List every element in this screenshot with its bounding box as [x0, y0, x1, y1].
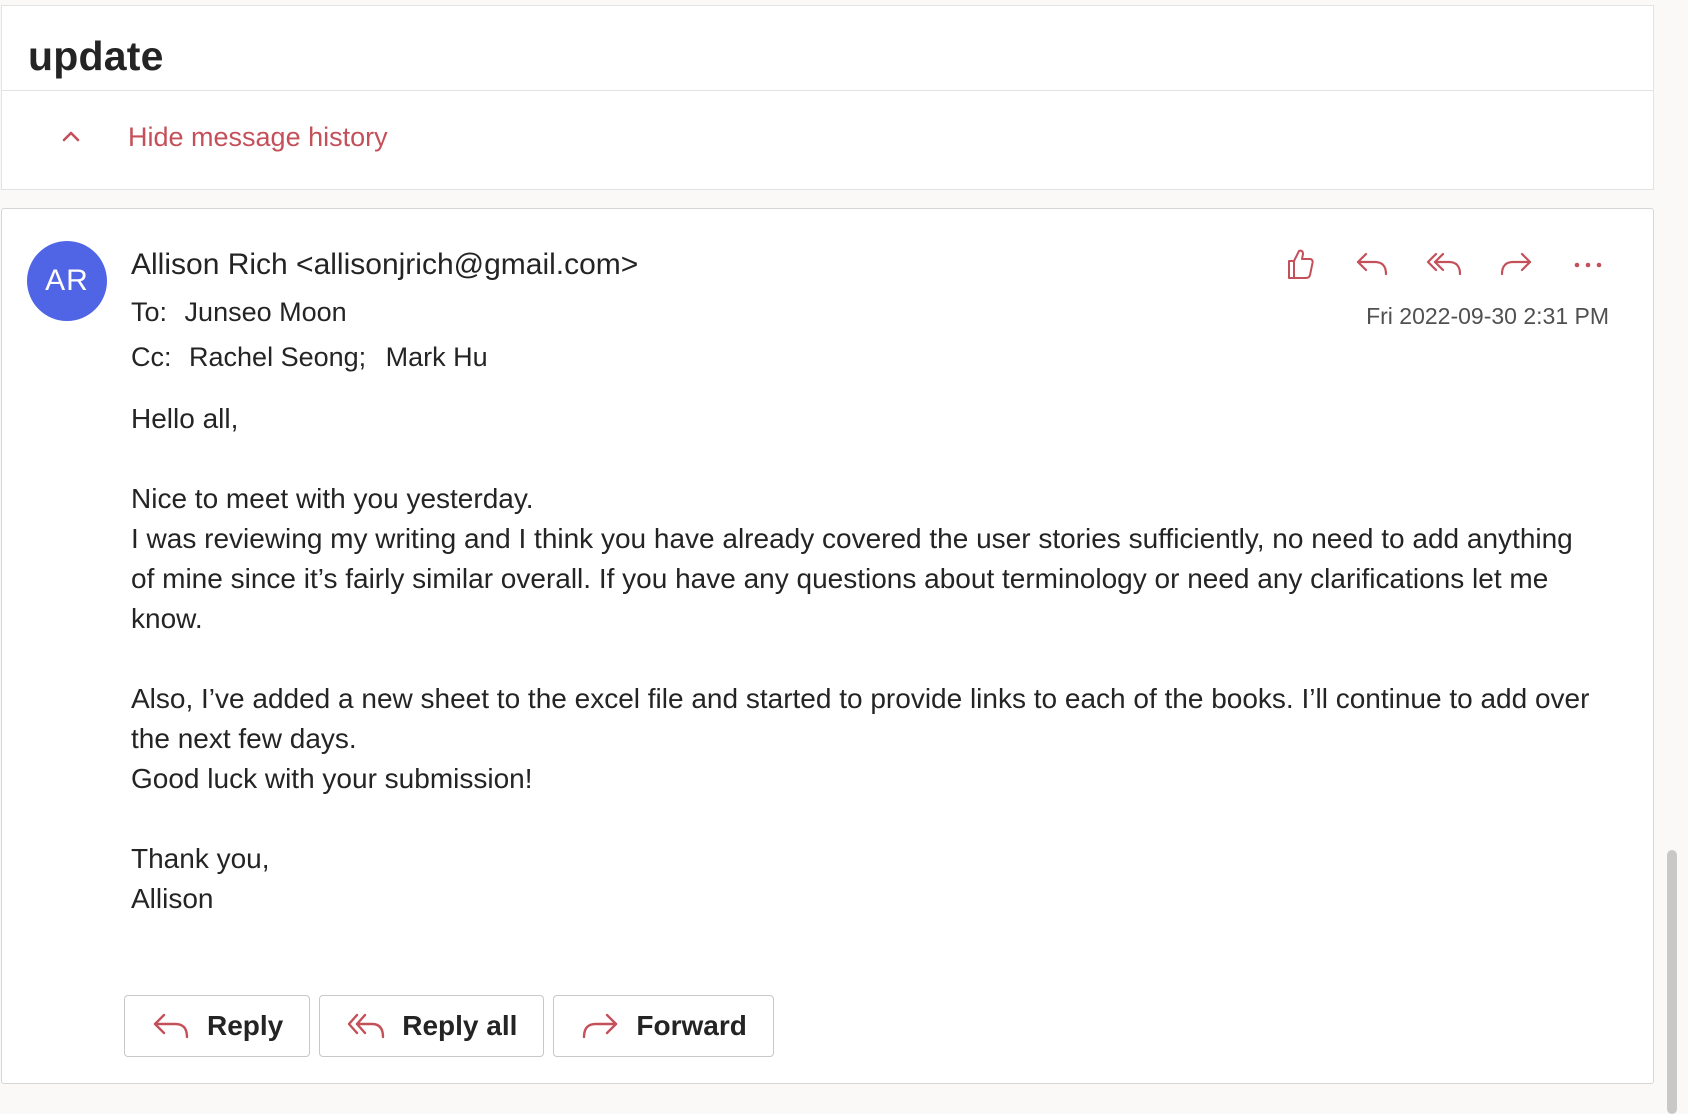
- hide-history-toggle[interactable]: Hide message history: [58, 119, 388, 155]
- more-actions-button[interactable]: [1563, 241, 1613, 291]
- subject-title: update: [28, 33, 164, 79]
- avatar-initials: AR: [45, 264, 89, 297]
- more-icon: [1573, 257, 1603, 275]
- cc-label: Cc:: [131, 342, 172, 372]
- scrollbar-thumb[interactable]: [1667, 850, 1677, 1114]
- sender-name[interactable]: Allison Rich <allisonjrich@gmail.com>: [131, 245, 638, 285]
- forward-icon: [1499, 250, 1533, 283]
- like-button[interactable]: [1275, 241, 1325, 291]
- reply-all-button[interactable]: [1419, 241, 1469, 291]
- footer-reply-button[interactable]: Reply: [124, 995, 311, 1057]
- avatar[interactable]: AR: [27, 241, 107, 321]
- to-label: To:: [131, 297, 168, 327]
- body-paragraph: Good luck with your submission!: [131, 763, 533, 794]
- footer-actions: Reply Reply all Forward: [124, 995, 783, 1057]
- like-icon: [1285, 247, 1315, 286]
- footer-reply-all-label: Reply all: [402, 1010, 518, 1041]
- chevron-up-icon: [58, 124, 84, 150]
- recipient-cc[interactable]: Mark Hu: [386, 342, 488, 372]
- message-toolbar: [1253, 241, 1613, 291]
- reply-all-icon: [1426, 250, 1462, 283]
- footer-reply-all-button[interactable]: Reply all: [319, 995, 545, 1057]
- message-body: Hello all, Nice to meet with you yesterd…: [131, 399, 1591, 919]
- footer-forward-button[interactable]: Forward: [553, 995, 774, 1057]
- body-paragraph: Also, I’ve added a new sheet to the exce…: [131, 683, 1590, 754]
- forward-icon: [580, 1010, 620, 1042]
- footer-forward-label: Forward: [636, 1010, 747, 1041]
- footer-reply-label: Reply: [207, 1010, 284, 1041]
- reply-icon: [151, 1010, 191, 1042]
- body-greeting: Hello all,: [131, 403, 239, 434]
- message-card: AR Allison Rich <allisonjrich@gmail.com>…: [1, 208, 1654, 1084]
- body-closing: Thank you,: [131, 843, 270, 874]
- forward-button[interactable]: [1491, 241, 1541, 291]
- body-signature: Allison: [131, 883, 214, 914]
- cc-line: Cc: Rachel Seong; Mark Hu: [131, 339, 488, 375]
- body-paragraph: Nice to meet with you yesterday.: [131, 483, 534, 514]
- reply-button[interactable]: [1347, 241, 1397, 291]
- hide-history-label: Hide message history: [128, 122, 388, 152]
- reply-icon: [1355, 250, 1389, 283]
- recipient-cc[interactable]: Rachel Seong;: [189, 342, 366, 372]
- message-timestamp: Fri 2022-09-30 2:31 PM: [1366, 303, 1609, 329]
- to-line: To: Junseo Moon: [131, 294, 347, 330]
- recipient-to[interactable]: Junseo Moon: [185, 297, 347, 327]
- message-history-bar: Hide message history: [1, 91, 1654, 190]
- body-paragraph: I was reviewing my writing and I think y…: [131, 523, 1573, 634]
- reply-all-icon: [346, 1010, 386, 1042]
- subject-header: update: [1, 5, 1654, 91]
